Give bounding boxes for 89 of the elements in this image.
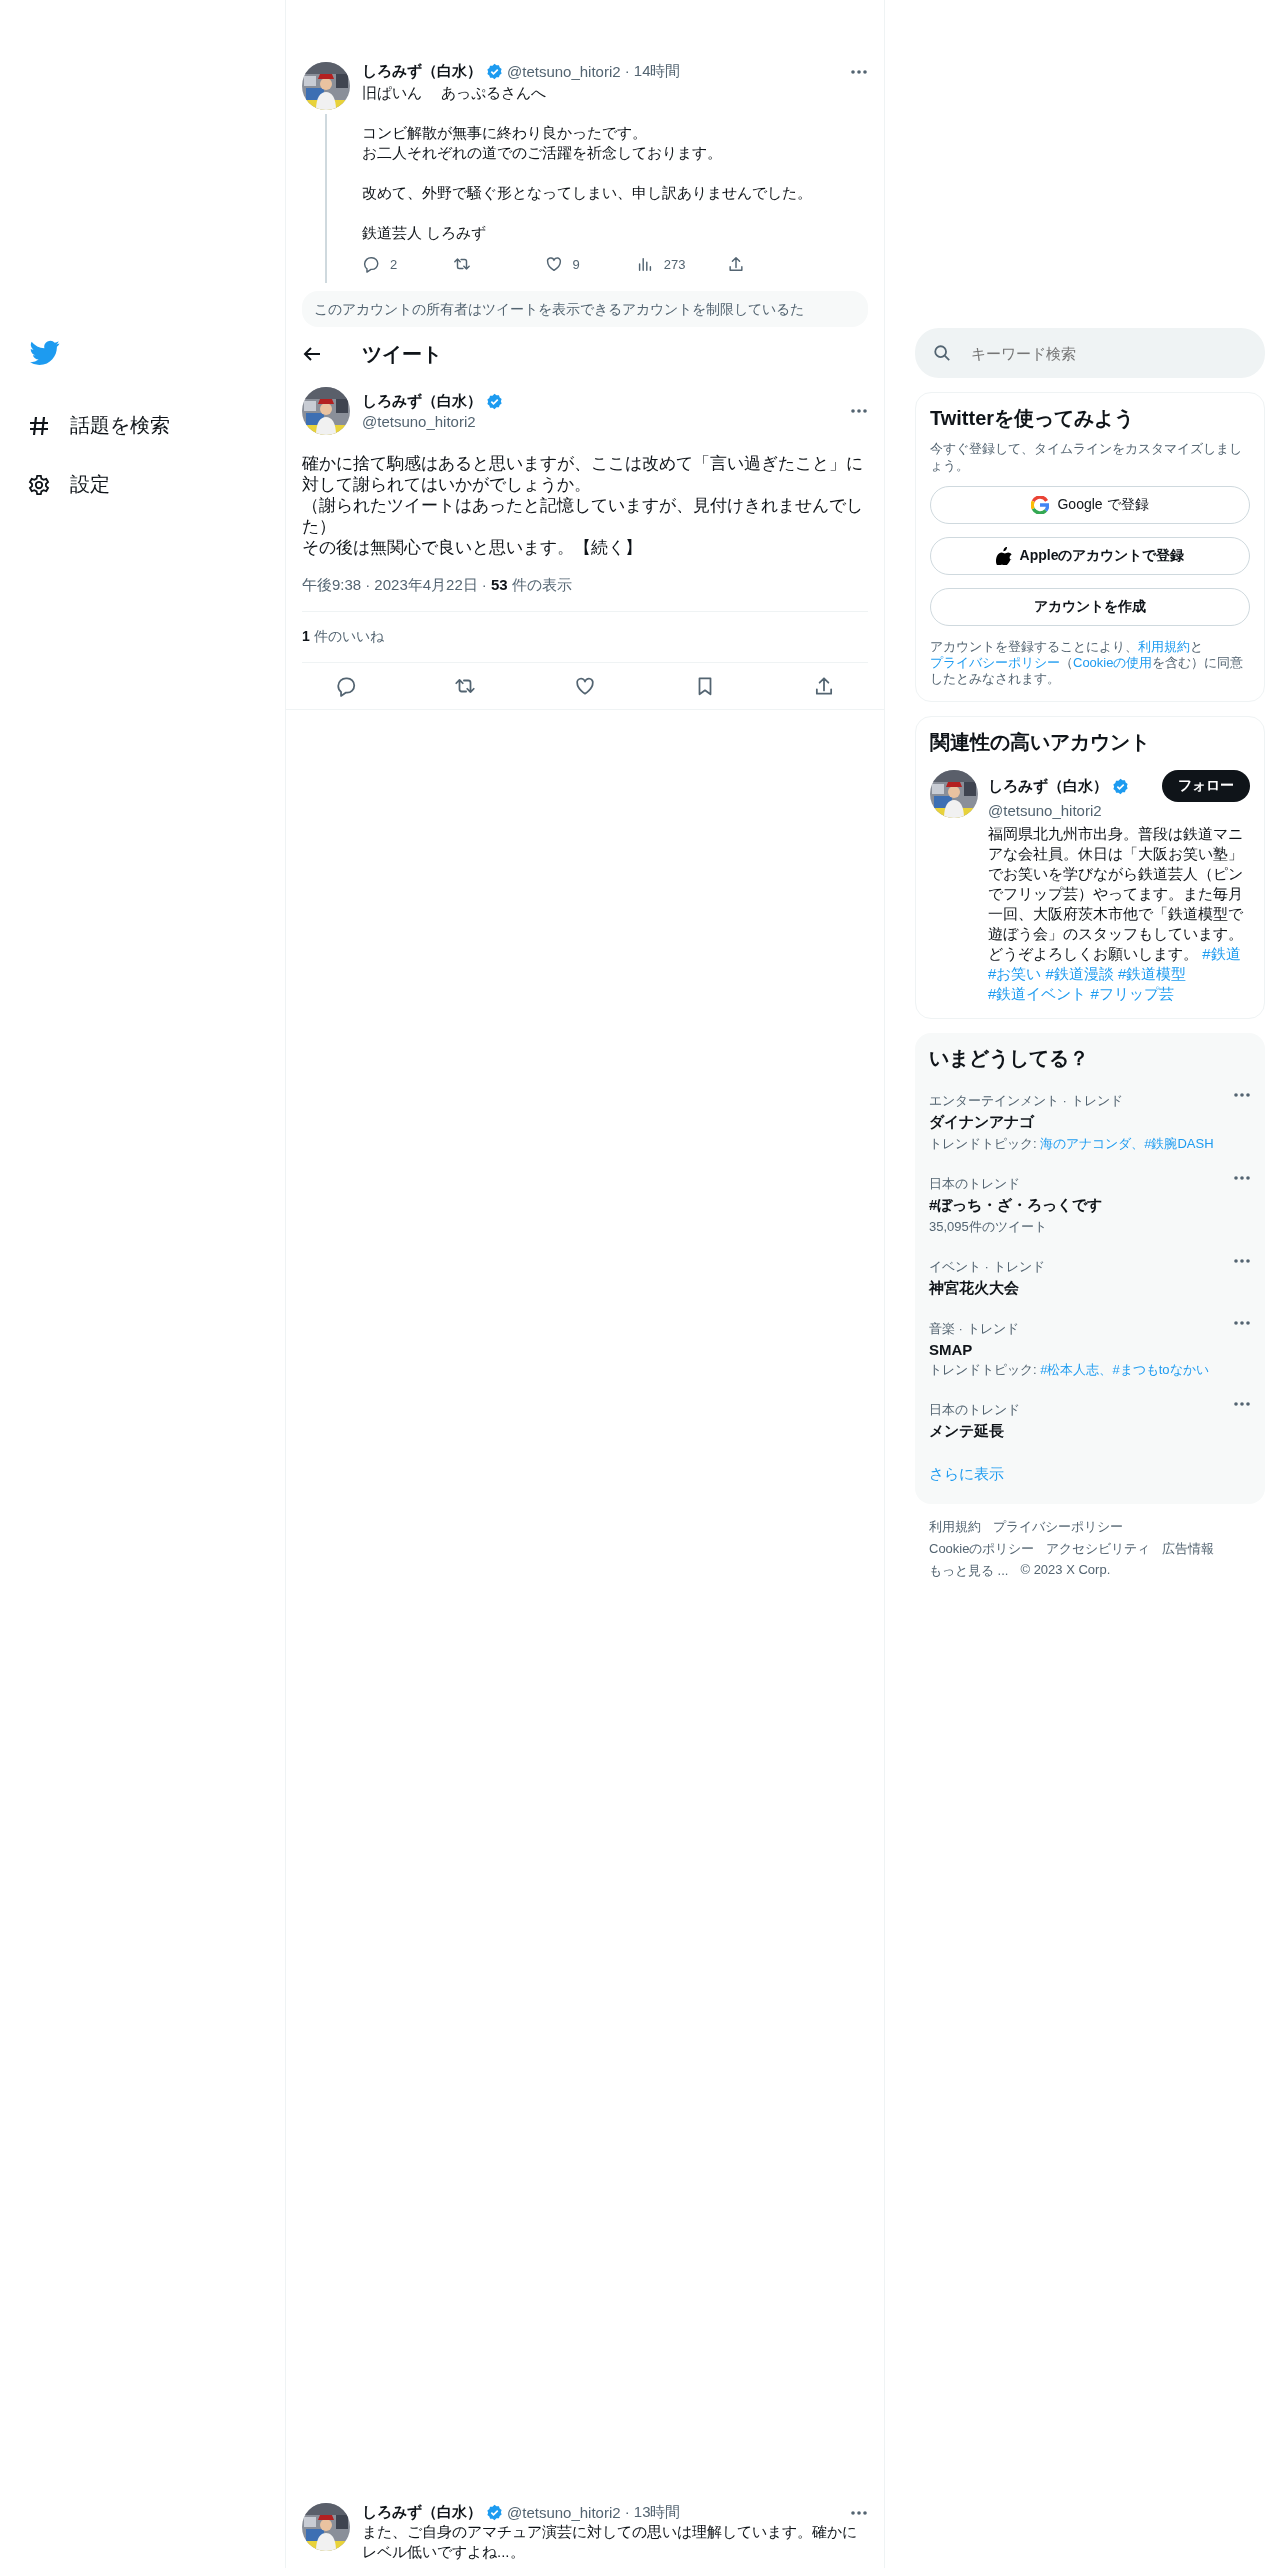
more-icon[interactable]	[1233, 1401, 1251, 1407]
card-title: いまどうしてる？	[929, 1046, 1090, 1071]
avatar[interactable]	[302, 387, 350, 435]
trend-name[interactable]: #ぼっち・ざ・ろっくです	[929, 1196, 1233, 1215]
legal-text: アカウントを登録することにより、利用規約 と プライバシーポリシー（Cookieの使用を含む）に同意したとみなされます。	[930, 639, 1245, 687]
trend-name[interactable]: ダイナンアナゴ	[929, 1113, 1233, 1132]
apple-signup-button[interactable]: Appleのアカウントで登録	[930, 537, 1250, 575]
page-title: ツイート	[362, 341, 442, 367]
tweet-time[interactable]: 午後9:38	[302, 576, 362, 595]
card-title: Twitterを使ってみよう	[930, 406, 1136, 431]
verified-badge-icon	[486, 2504, 503, 2521]
more-icon[interactable]	[850, 2509, 868, 2516]
verified-badge-icon	[1112, 777, 1129, 795]
explore-nav-item[interactable]: 話題を検索	[0, 404, 285, 447]
footer-link[interactable]: アクセシビリティ	[1046, 1540, 1151, 1558]
more-icon[interactable]	[850, 68, 868, 75]
follow-button[interactable]: フォロー	[1162, 770, 1250, 802]
footer-link[interactable]: 広告情報	[1162, 1540, 1215, 1558]
verified-badge-icon	[486, 63, 503, 80]
tweet-date[interactable]: · 2023年4月22日	[365, 576, 478, 595]
heart-icon[interactable]	[574, 675, 596, 697]
tweet-text: また、ご自身のアマチュア演芸に対しての思いは理解しています。確かにレベル低いですよね...。	[362, 2522, 858, 2562]
like-count[interactable]: 1 件のいいね	[302, 628, 384, 644]
more-icon[interactable]	[1233, 1320, 1251, 1326]
tweet-text: 鉄道芸人 しろみず	[362, 223, 488, 243]
avatar[interactable]	[302, 62, 350, 110]
avatar[interactable]	[930, 770, 978, 818]
tweet-text: お二人それぞれの道でのご活躍を祈念しております。	[362, 143, 723, 163]
tweet-text: コンビ解散が無事に終わり良かったです。	[362, 123, 648, 143]
footer-link[interactable]: © 2023 X Corp.	[1020, 1562, 1111, 1580]
author-handle[interactable]: @tetsuno_hitori2	[507, 2504, 621, 2521]
tweet-text: 改めて、外野で騒ぐ形となってしまい、申し訳ありませんでした。	[362, 183, 813, 203]
more-icon[interactable]	[1233, 1092, 1251, 1098]
author-name[interactable]: しろみず（白水）	[362, 2503, 482, 2522]
trend-name[interactable]: 神宮花火大会	[929, 1279, 1233, 1298]
author-name[interactable]: しろみず（白水）	[362, 392, 482, 411]
search-field[interactable]: キーワード検索	[915, 328, 1265, 378]
avatar[interactable]	[302, 2503, 350, 2551]
restricted-notice: このアカウントの所有者はツイートを表示できるアカウントを制限しているた	[314, 300, 805, 319]
settings-nav-item[interactable]: 設定	[0, 463, 285, 506]
trend-topics: トレンドトピック: #松本人志、#まつもtoなかい	[929, 1361, 1210, 1379]
author-name[interactable]: しろみず（白水）	[362, 62, 482, 81]
trend-context: 日本のトレンド	[929, 1175, 1021, 1193]
retweet-icon[interactable]	[453, 255, 472, 273]
tweet-text: （謝られたツイートはあったと記憶していますが、見付けきれませんでした）	[302, 495, 864, 537]
tweet-text: 旧ぱいん あっぷるさんへ	[362, 83, 548, 103]
footer-link[interactable]: プライバシーポリシー	[993, 1518, 1123, 1536]
tweet-text: 確かに捨て駒感はあると思いますが、ここは改めて「言い過ぎたこと」に対して謝られてはいかがでしょうか。	[302, 453, 864, 495]
tweet-count: 35,095件のツイート	[929, 1218, 1048, 1236]
tweet-time[interactable]: · 13時間	[624, 2503, 681, 2522]
share-icon[interactable]	[727, 255, 745, 273]
action-count: 9	[572, 256, 580, 272]
verified-badge-icon	[486, 393, 503, 410]
more-icon[interactable]	[850, 408, 868, 414]
apple-icon	[995, 547, 1012, 565]
footer-link[interactable]: もっと見る ...	[929, 1562, 1009, 1580]
google-icon	[1031, 496, 1050, 514]
author-handle[interactable]: @tetsuno_hitori2	[988, 802, 1102, 819]
action-count: 273	[663, 256, 686, 272]
trend-context: エンターテインメント · トレンド	[929, 1092, 1124, 1110]
bird-logo-icon[interactable]	[30, 340, 60, 366]
footer-link[interactable]: Cookieのポリシー	[929, 1540, 1035, 1558]
tweet-text: その後は無関心で良いと思います。【続く】	[302, 537, 643, 558]
hashtag-icon	[28, 414, 50, 437]
more-icon[interactable]	[1233, 1258, 1251, 1264]
trend-context: 音楽 · トレンド	[929, 1320, 1020, 1338]
trend-context: イベント · トレンド	[929, 1258, 1046, 1276]
trend-context: 日本のトレンド	[929, 1401, 1021, 1419]
trend-topics: トレンドトピック: 海のアナコンダ、#鉄腕DASH	[929, 1135, 1215, 1153]
card-subtitle: 今すぐ登録して、タイムラインをカスタマイズしましょう。	[930, 440, 1243, 474]
author-name[interactable]: しろみず（白水）	[988, 776, 1108, 796]
tweet-time[interactable]: · 14時間	[624, 62, 681, 81]
create-account-button[interactable]: アカウントを作成	[930, 588, 1250, 626]
trend-name[interactable]: メンテ延長	[929, 1422, 1233, 1441]
footer-link[interactable]: 利用規約	[929, 1518, 981, 1536]
card-title: 関連性の高いアカウント	[930, 730, 1151, 755]
trend-name[interactable]: SMAP	[929, 1341, 1233, 1358]
google-signup-button[interactable]: Google で登録	[930, 486, 1250, 524]
profile-bio: 福岡県北九州市出身。普段は鉄道マニアな会社員。休日は「大阪お笑い塾」でお笑いを学びながら鉄道芸人（ピンでフリップ芸）やってます。また毎月一回、大阪府茨木市他で「鉄道模型で遊ぼう会」のスタッフもしています。どうぞよろしくお願いします。 #鉄道 #お笑い #鉄道漫談 #鉄道模型 #鉄道イベント #フリップ芸	[988, 824, 1244, 1004]
reply-icon[interactable]	[334, 675, 357, 697]
reply-icon[interactable]	[362, 255, 380, 273]
more-icon[interactable]	[1233, 1175, 1251, 1181]
heart-icon[interactable]	[544, 255, 563, 273]
action-count: 2	[390, 256, 398, 272]
search-icon	[933, 344, 951, 362]
author-handle[interactable]: @tetsuno_hitori2	[507, 63, 621, 80]
view-count: · 53 件の表示	[481, 576, 572, 595]
settings-icon	[28, 473, 50, 496]
author-handle[interactable]: @tetsuno_hitori2	[362, 413, 838, 430]
